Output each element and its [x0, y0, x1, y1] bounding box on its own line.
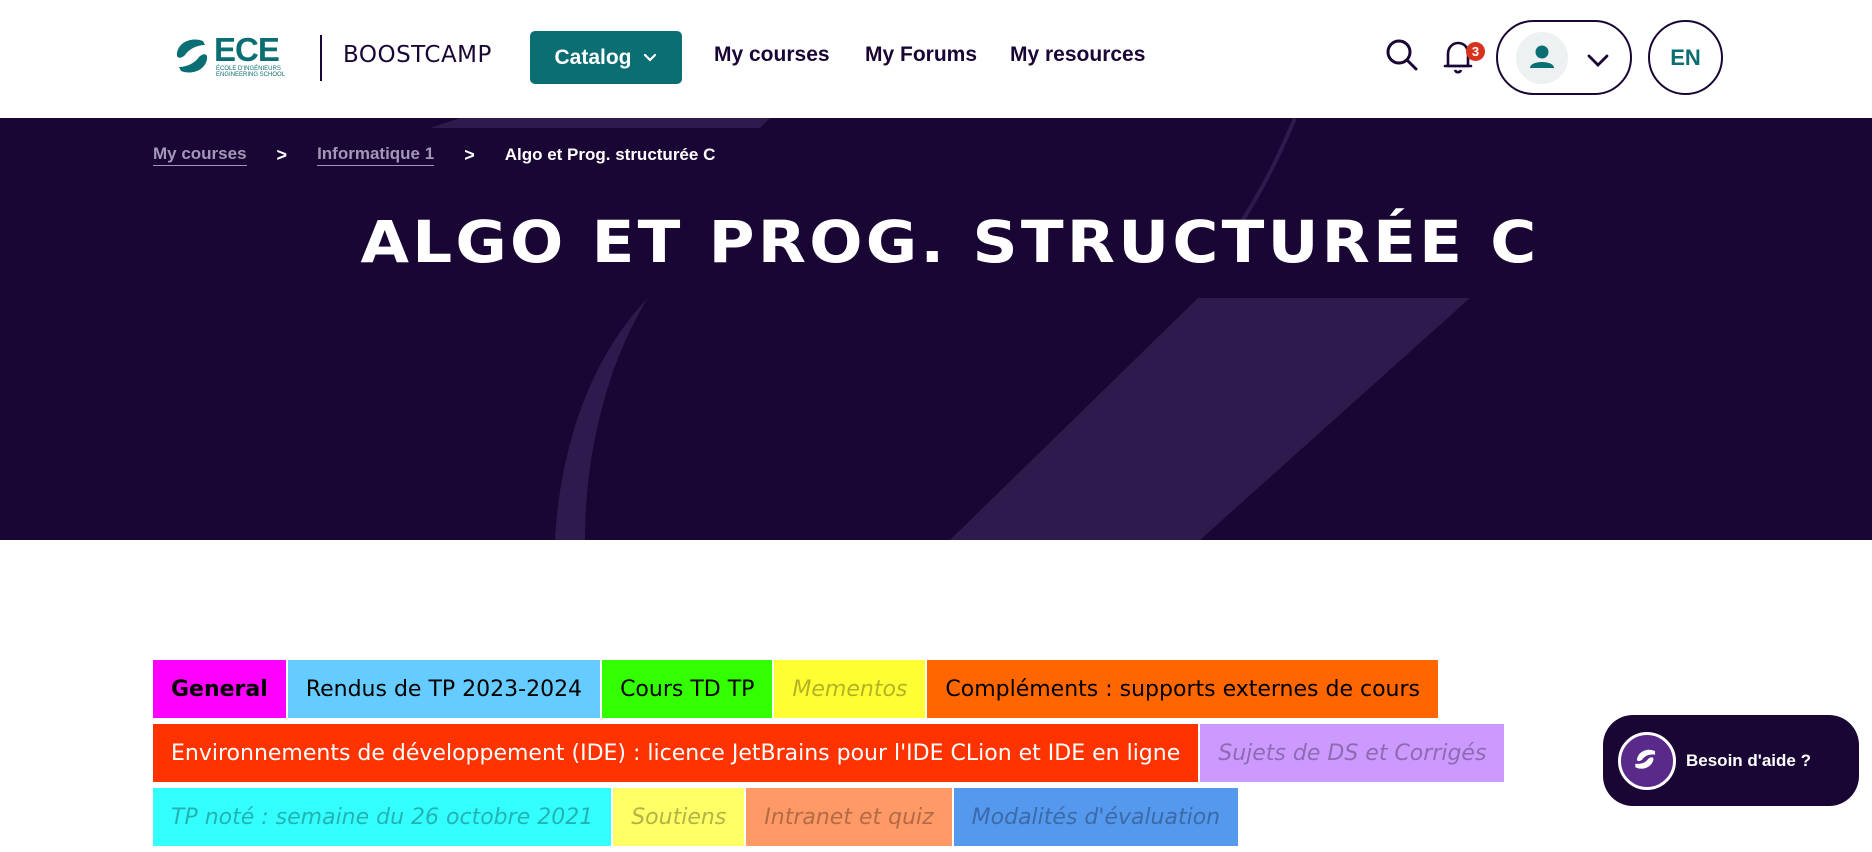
chevron-down-icon: [1587, 54, 1609, 67]
search-icon: [1386, 39, 1418, 71]
chevron-right-icon: >: [276, 144, 288, 165]
help-logo-icon: [1618, 731, 1676, 790]
search-button[interactable]: [1385, 37, 1419, 73]
help-button[interactable]: Besoin d'aide ?: [1603, 715, 1859, 806]
breadcrumb: My courses > Informatique 1 > Algo et Pr…: [153, 144, 715, 166]
chevron-right-icon: >: [464, 144, 475, 165]
course-section-tabs: General Rendus de TP 2023-2024 Cours TD TP…: [153, 660, 1543, 852]
tab-row: General Rendus de TP 2023-2024 Cours TD TP…: [153, 660, 1543, 718]
user-icon: [1530, 45, 1554, 68]
ece-logo-mark-icon: [176, 39, 208, 73]
nav-my-forums[interactable]: My Forums: [865, 43, 977, 67]
tab-section[interactable]: Modalités d'évaluation: [953, 788, 1239, 846]
tab-row: TP noté : semaine du 26 octobre 2021 Sout…: [153, 788, 1543, 846]
nav-my-courses[interactable]: My courses: [714, 43, 830, 67]
tab-section[interactable]: Intranet et quiz: [746, 788, 952, 846]
tab-section[interactable]: Rendus de TP 2023-2024: [287, 660, 601, 718]
logo-subtitle: ÉCOLE D'INGÉNIEURS ENGINEERING SCHOOL: [216, 66, 286, 78]
nav-my-resources[interactable]: My resources: [1010, 43, 1145, 67]
breadcrumb-informatique-1[interactable]: Informatique 1: [317, 144, 435, 166]
nav-divider: [320, 35, 322, 81]
ece-logo[interactable]: ECE ÉCOLE D'INGÉNIEURS ENGINEERING SCHOO…: [173, 31, 286, 81]
help-label: Besoin d'aide ?: [1686, 750, 1811, 770]
tab-section[interactable]: Environnements de développement (IDE) : …: [153, 724, 1199, 782]
breadcrumb-current: Algo et Prog. structurée C: [504, 145, 716, 164]
tab-section[interactable]: TP noté : semaine du 26 octobre 2021: [153, 788, 612, 846]
language-switcher[interactable]: EN: [1648, 20, 1723, 95]
hero-background-decoration: [430, 118, 1470, 540]
user-menu-button[interactable]: [1496, 20, 1632, 95]
tab-section[interactable]: Compléments : supports externes de cours: [927, 660, 1438, 718]
logo-word: ECE: [214, 31, 280, 68]
tab-section[interactable]: General: [153, 660, 286, 718]
avatar: [1516, 32, 1568, 84]
chevron-down-icon: [643, 53, 656, 62]
breadcrumb-my-courses[interactable]: My courses: [153, 144, 247, 166]
top-navbar: ECE ÉCOLE D'INGÉNIEURS ENGINEERING SCHOO…: [0, 0, 1872, 118]
tab-section[interactable]: Sujets de DS et Corrigés: [1200, 724, 1505, 782]
notifications-button[interactable]: 3: [1440, 36, 1485, 76]
brand-name[interactable]: BOOSTCAMP: [343, 42, 492, 68]
course-hero-banner: My courses > Informatique 1 > Algo et Pr…: [0, 118, 1872, 540]
catalog-label: Catalog: [554, 45, 632, 69]
catalog-button[interactable]: Catalog: [530, 31, 682, 84]
tab-row: Environnements de développement (IDE) : …: [153, 724, 1543, 782]
tab-section[interactable]: Soutiens: [613, 788, 745, 846]
notification-badge: 3: [1466, 42, 1485, 61]
page-title: ALGO ET PROG. STRUCTURÉE C: [360, 208, 1540, 276]
tab-section[interactable]: Mementos: [774, 660, 926, 718]
tab-section[interactable]: Cours TD TP: [602, 660, 773, 718]
